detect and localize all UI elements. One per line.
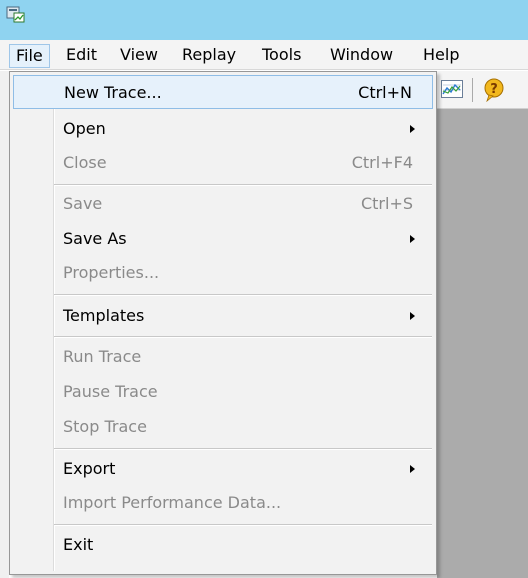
menu-item-label: Properties... [63,263,160,282]
menu-item-label: Pause Trace [63,382,158,401]
menu-item-templates[interactable]: Templates [13,299,433,333]
toolbar-separator [472,78,473,102]
menu-item-label: Run Trace [63,347,142,366]
window-left-edge [0,71,9,578]
menu-item-pause-trace[interactable]: Pause Trace [13,375,433,409]
menu-item-label: Export [63,459,116,478]
title-bar [0,0,528,40]
menu-item-label: New Trace... [64,83,162,102]
menu-item-new-trace[interactable]: New Trace... Ctrl+N [13,75,433,109]
menu-item-shortcut: Ctrl+N [358,83,412,102]
menu-item-stop-trace[interactable]: Stop Trace [13,410,433,444]
menu-item-label: Save [63,194,103,213]
menu-item-properties[interactable]: Properties... [13,256,433,290]
menu-item-import-performance-data[interactable]: Import Performance Data... [13,486,433,520]
menu-item-exit[interactable]: Exit [13,528,433,562]
menu-separator [54,336,432,338]
file-menu-dropdown: New Trace... Ctrl+N Open Close Ctrl+F4 S… [9,71,437,575]
menu-item-run-trace[interactable]: Run Trace [13,340,433,374]
toolbar: ? [437,71,528,109]
menu-item-label: Stop Trace [63,417,147,436]
menu-item-label: Templates [63,306,145,325]
menu-help[interactable]: Help [417,44,465,68]
menu-item-export[interactable]: Export [13,452,433,486]
menu-item-label: Exit [63,535,94,554]
menu-item-open[interactable]: Open [13,112,433,146]
svg-text:?: ? [490,82,498,97]
menu-separator [54,294,432,296]
menu-item-label: Close [63,153,107,172]
menu-view[interactable]: View [114,44,164,68]
menu-replay[interactable]: Replay [176,44,242,68]
menu-window[interactable]: Window [324,44,399,68]
help-icon[interactable]: ? [483,78,505,102]
menu-separator [54,184,432,186]
menu-separator [54,448,432,450]
menu-item-label: Import Performance Data... [63,493,282,512]
submenu-arrow-icon [410,125,415,133]
menu-edit[interactable]: Edit [60,44,103,68]
chart-icon[interactable] [441,80,463,98]
menu-separator [54,524,432,526]
submenu-arrow-icon [410,312,415,320]
menu-item-label: Open [63,119,106,138]
menu-item-save[interactable]: Save Ctrl+S [13,187,433,221]
menu-item-shortcut: Ctrl+F4 [351,153,413,172]
submenu-arrow-icon [410,465,415,473]
app-icon [6,6,25,23]
menu-item-save-as[interactable]: Save As [13,222,433,256]
menu-item-close[interactable]: Close Ctrl+F4 [13,146,433,180]
workspace-area [437,109,528,578]
menu-item-shortcut: Ctrl+S [360,194,413,213]
submenu-arrow-icon [410,235,415,243]
menu-tools[interactable]: Tools [256,44,307,68]
menu-bar: File Edit View Replay Tools Window Help [0,40,528,70]
menu-file[interactable]: File [9,44,50,68]
menu-item-label: Save As [63,229,127,248]
